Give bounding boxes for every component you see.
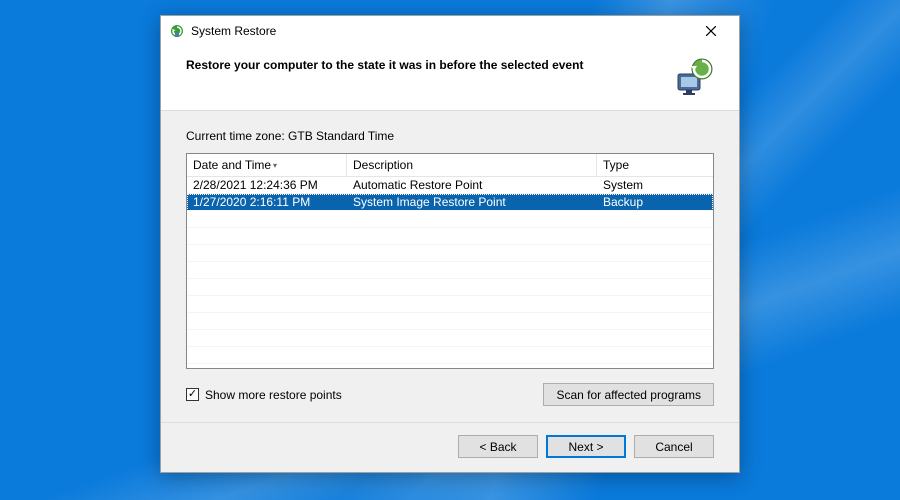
wizard-header: Restore your computer to the state it wa… [161,46,739,111]
back-button[interactable]: < Back [458,435,538,458]
column-label: Description [353,158,413,172]
cell-date: 2/28/2021 12:24:36 PM [187,178,347,192]
close-button[interactable] [691,17,731,45]
cell-date: 1/27/2020 2:16:11 PM [187,195,347,209]
sort-indicator-icon: ▾ [273,161,277,170]
titlebar[interactable]: System Restore [161,16,739,46]
column-label: Date and Time [193,158,271,172]
table-row[interactable]: 2/28/2021 12:24:36 PM Automatic Restore … [187,177,713,194]
next-button[interactable]: Next > [546,435,626,458]
wizard-heading: Restore your computer to the state it wa… [186,56,583,72]
table-header: Date and Time ▾ Description Type [187,154,713,177]
empty-rows [187,211,713,364]
table-footer-controls: ✓ Show more restore points Scan for affe… [186,383,714,406]
checkbox-label: Show more restore points [205,388,342,402]
table-row[interactable]: 1/27/2020 2:16:11 PM System Image Restor… [187,194,713,211]
system-restore-window: System Restore Restore your computer to … [160,15,740,473]
column-label: Type [603,158,629,172]
show-more-checkbox[interactable]: ✓ Show more restore points [186,388,342,402]
scan-affected-programs-button[interactable]: Scan for affected programs [543,383,714,406]
restore-points-table[interactable]: Date and Time ▾ Description Type 2/28/20… [186,153,714,369]
timezone-label: Current time zone: GTB Standard Time [186,129,714,143]
column-header-date[interactable]: Date and Time ▾ [187,154,347,176]
cell-type: Backup [597,195,713,209]
window-title: System Restore [191,24,691,38]
cancel-button[interactable]: Cancel [634,435,714,458]
checkbox-icon: ✓ [186,388,199,401]
wizard-body: Current time zone: GTB Standard Time Dat… [161,111,739,422]
system-restore-icon [169,23,185,39]
cell-description: Automatic Restore Point [347,178,597,192]
restore-wizard-icon [674,56,714,96]
close-icon [706,26,716,36]
table-body: 2/28/2021 12:24:36 PM Automatic Restore … [187,177,713,364]
cell-description: System Image Restore Point [347,195,597,209]
cell-type: System [597,178,713,192]
column-header-description[interactable]: Description [347,154,597,176]
wizard-footer: < Back Next > Cancel [161,422,739,472]
column-header-type[interactable]: Type [597,154,713,176]
